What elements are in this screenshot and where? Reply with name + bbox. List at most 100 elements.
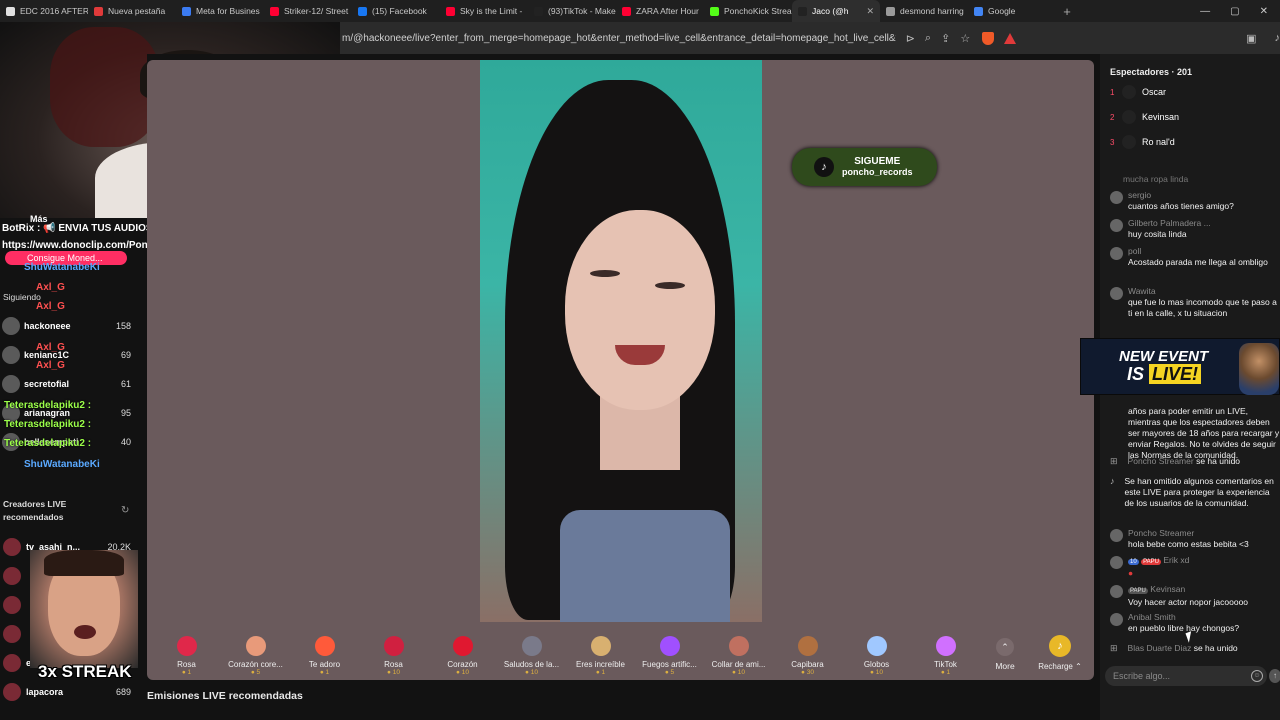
avatar[interactable] xyxy=(1110,247,1123,260)
recommended-creator[interactable]: lapacora 689 xyxy=(0,681,147,703)
minimize-button[interactable]: — xyxy=(1200,6,1210,17)
following-item[interactable]: kenianc1C 69 xyxy=(0,345,147,365)
avatar[interactable] xyxy=(1110,613,1123,626)
gift-name: TikTok xyxy=(934,660,957,669)
facecam-overlay xyxy=(30,550,138,668)
avatar[interactable] xyxy=(1110,191,1123,204)
reader-mode-icon[interactable]: ⊳ xyxy=(906,32,915,45)
close-window-button[interactable]: ✕ xyxy=(1260,6,1268,17)
gift-item[interactable]: Rosa ● 10 xyxy=(359,628,428,676)
browser-tab[interactable]: EDC 2016 AFTER xyxy=(0,0,88,22)
event-live: LIVE! xyxy=(1149,364,1202,384)
gift-item[interactable]: Eres increíble ● 1 xyxy=(566,628,635,676)
browser-tab[interactable]: (93)TikTok - Make xyxy=(528,0,616,22)
browser-tab-bar: EDC 2016 AFTER Nueva pestaña Meta for Busi… xyxy=(0,0,1280,22)
maximize-button[interactable]: ▢ xyxy=(1230,6,1239,17)
gift-item[interactable]: TikTok ● 1 xyxy=(911,628,980,676)
gift-item[interactable]: Globos ● 10 xyxy=(842,628,911,676)
avatar[interactable] xyxy=(1110,287,1123,300)
tab-favicon-icon xyxy=(270,6,279,16)
sidebar-toggle-icon[interactable]: ▣ xyxy=(1246,32,1256,45)
media-icon[interactable]: ♪ xyxy=(1275,32,1280,44)
more-label: More xyxy=(995,661,1015,671)
message-username[interactable]: Anibal Smith xyxy=(1128,612,1239,623)
tiktok-logo-icon: ♪ xyxy=(1110,476,1115,486)
message-username[interactable]: Blas Duarte Diaz xyxy=(1128,643,1192,653)
gift-icon xyxy=(590,636,611,656)
live-video[interactable] xyxy=(480,60,762,622)
window-controls: — ▢ ✕ xyxy=(1200,6,1280,17)
message-username[interactable]: Erik xd xyxy=(1163,555,1189,565)
user-icon: ⊞ xyxy=(1110,456,1118,466)
browser-tab[interactable]: Google xyxy=(968,0,1056,22)
bookmark-icon[interactable]: ☆ xyxy=(960,32,970,45)
recharge-label: Recharge ⌃ xyxy=(1038,662,1082,671)
gift-name: Rosa xyxy=(177,660,196,669)
gift-item[interactable]: Capibara ● 30 xyxy=(773,628,842,676)
browser-tab[interactable]: Jaco (@h ✕ xyxy=(792,0,880,22)
browser-tab[interactable]: Striker-12/ Street xyxy=(264,0,352,22)
video-face xyxy=(565,210,715,410)
share-icon[interactable]: ⇪ xyxy=(941,32,950,45)
viewers-title[interactable]: Espectadores · 201 xyxy=(1110,67,1192,77)
browser-tab[interactable]: PonchoKick Strea xyxy=(704,0,792,22)
gift-item[interactable]: Saludos de la... ● 10 xyxy=(497,628,566,676)
gift-item[interactable]: Fuegos artific... ● 5 xyxy=(635,628,704,676)
brave-shield-icon[interactable] xyxy=(982,31,995,45)
emoji-icon[interactable]: ☺ xyxy=(1251,670,1263,682)
zoom-icon[interactable]: ⌕ xyxy=(925,32,931,45)
brave-rewards-icon[interactable] xyxy=(1004,32,1017,44)
browser-tab[interactable]: Sky is the Limit - xyxy=(440,0,528,22)
browser-tab[interactable]: ZARA After Hour xyxy=(616,0,704,22)
viewer-item[interactable]: 2 Kevinsan xyxy=(1110,110,1179,124)
following-item[interactable]: hackoneee 158 xyxy=(0,316,147,336)
gift-item[interactable]: Corazón core... ● 5 xyxy=(221,628,290,676)
heart-emoji-icon: ● xyxy=(1128,568,1134,578)
chat-message: Anibal Smith en pueblo libre hay chongos? xyxy=(1110,612,1280,634)
more-gifts-button[interactable]: ⌃ More xyxy=(980,628,1030,671)
message-username[interactable]: Poncho Streamer xyxy=(1128,456,1194,466)
message-username[interactable]: Wawita xyxy=(1128,286,1280,297)
message-text: hola bebe como estas bebita <3 xyxy=(1128,539,1249,549)
gift-item[interactable]: Te adoro ● 1 xyxy=(290,628,359,676)
tab-label: Google xyxy=(988,6,1016,16)
avatar[interactable] xyxy=(1110,529,1123,542)
browser-tab[interactable]: (15) Facebook xyxy=(352,0,440,22)
gift-item[interactable]: Collar de ami... ● 10 xyxy=(704,628,773,676)
chat-input[interactable]: Escribe algo... xyxy=(1105,666,1267,686)
gift-icon xyxy=(728,636,749,656)
avatar[interactable] xyxy=(1110,556,1123,569)
recharge-button[interactable]: ♪ Recharge ⌃ xyxy=(1030,628,1090,671)
rules-text: años para poder emitir un LIVE, mientras… xyxy=(1128,406,1280,460)
viewer-item[interactable]: 3 Ro nal'd xyxy=(1110,135,1175,149)
browser-tab[interactable]: Meta for Busines xyxy=(176,0,264,22)
url-field[interactable]: m/@hackoneee/live?enter_from_merge=homep… xyxy=(340,33,896,44)
tab-close-icon[interactable]: ✕ xyxy=(866,6,874,17)
gift-icon xyxy=(245,636,266,656)
tab-label: (15) Facebook xyxy=(372,6,427,16)
new-event-banner[interactable]: NEW EVENT IS LIVE! xyxy=(1080,338,1280,395)
tab-label: Sky is the Limit - xyxy=(460,6,523,16)
avatar[interactable] xyxy=(1110,219,1123,232)
browser-tab[interactable]: Nueva pestaña xyxy=(88,0,176,22)
send-icon[interactable]: ↑ xyxy=(1269,669,1280,683)
message-username[interactable]: poll xyxy=(1128,246,1268,257)
following-item[interactable]: secretofial 61 xyxy=(0,374,147,394)
message-username[interactable]: Poncho Streamer xyxy=(1128,528,1249,539)
message-username[interactable]: Kevinsan xyxy=(1150,584,1185,594)
browser-tab[interactable]: desmond harring xyxy=(880,0,968,22)
message-username[interactable]: Gilberto Palmadera ... xyxy=(1128,218,1211,229)
avatar xyxy=(1122,135,1136,149)
gift-name: Fuegos artific... xyxy=(642,660,697,669)
following-name: secretofial xyxy=(24,379,70,389)
message-username[interactable]: sergio xyxy=(1128,190,1234,201)
gift-icon xyxy=(452,636,473,656)
refresh-icon[interactable]: ↻ xyxy=(121,505,129,516)
new-tab-button[interactable]: + xyxy=(1056,4,1078,19)
viewer-item[interactable]: 1 Oscar xyxy=(1110,85,1166,99)
gift-item[interactable]: Corazón ● 10 xyxy=(428,628,497,676)
chat-username: Axl_G xyxy=(36,282,65,293)
gift-name: Eres increíble xyxy=(576,660,625,669)
avatar[interactable] xyxy=(1110,585,1123,598)
gift-item[interactable]: Rosa ● 1 xyxy=(152,628,221,676)
